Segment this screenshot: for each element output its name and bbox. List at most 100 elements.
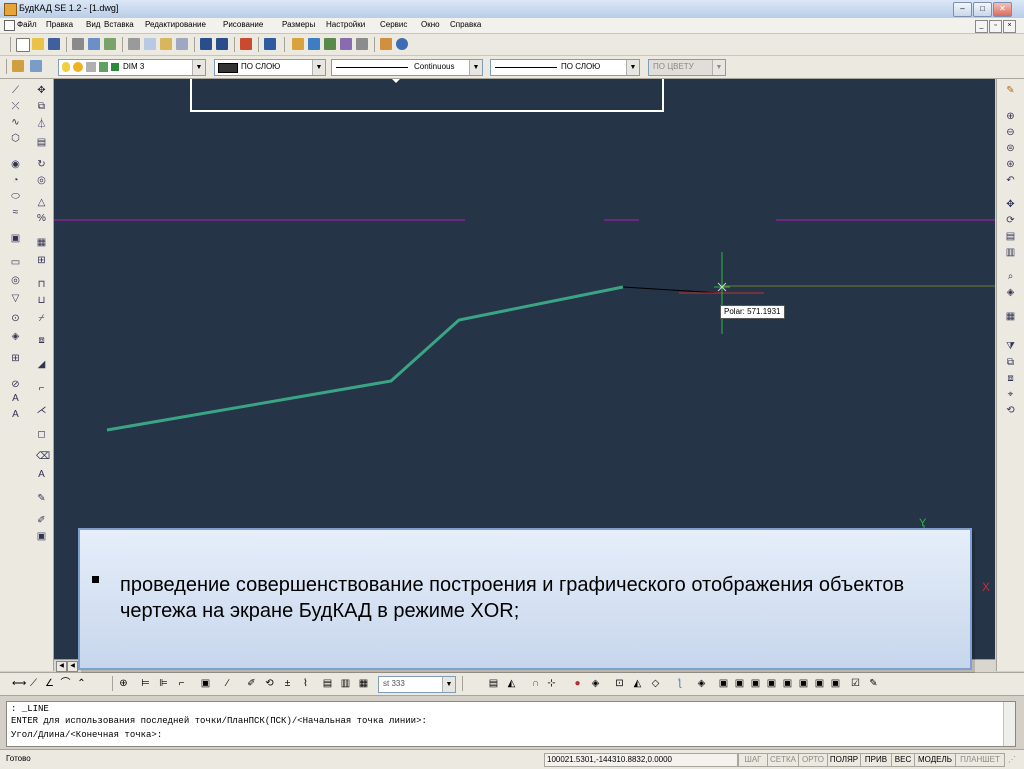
dim-space-icon[interactable]: ± — [282, 678, 293, 689]
region-icon[interactable]: ◈ — [10, 331, 21, 342]
table-icon[interactable]: ⊞ — [10, 353, 21, 364]
rotate-icon[interactable]: ↻ — [36, 159, 47, 170]
dim-text-edit-icon[interactable]: ✐ — [246, 678, 257, 689]
leader-icon[interactable]: ⌐ — [176, 678, 187, 689]
fill-icon[interactable]: ◇ — [650, 678, 661, 689]
coordinates-display[interactable]: 100021.5301,-144310.8832,0.0000 — [544, 753, 738, 767]
dim-update-icon[interactable]: ⟲ — [264, 678, 275, 689]
ordinate-icon[interactable]: ⌃ — [76, 678, 87, 689]
boundary-icon[interactable]: ⊡ — [614, 678, 625, 689]
sheet-set-icon[interactable] — [356, 38, 368, 50]
rectangle-icon[interactable]: ▭ — [10, 257, 21, 268]
scale-icon[interactable]: ◎ — [36, 175, 47, 186]
dim-edit-icon[interactable]: ∕ — [222, 678, 233, 689]
menu-modify[interactable]: Редактирование — [145, 20, 206, 29]
toggle-lineweight[interactable]: ВЕС — [891, 753, 915, 767]
continue-icon[interactable]: ⊫ — [158, 678, 169, 689]
paint-icon[interactable]: ✎ — [36, 493, 47, 504]
toggle-osnap[interactable]: ПРИВ — [860, 753, 892, 767]
region-edit-icon[interactable]: ◭ — [632, 678, 643, 689]
print-icon[interactable] — [72, 38, 84, 50]
chevron-down-icon[interactable]: ▼ — [469, 60, 482, 75]
snap-icon[interactable]: ⊹ — [546, 678, 557, 689]
arc-icon[interactable]: ◔ — [10, 175, 21, 186]
trim-icon[interactable]: ⊓ — [36, 279, 47, 290]
break-icon[interactable]: ⌿ — [36, 313, 47, 324]
layer-previous-icon[interactable] — [30, 60, 42, 72]
dim-style-icon[interactable]: ▤ — [322, 678, 333, 689]
tool-palettes-icon[interactable] — [340, 38, 352, 50]
mdi-minimize-button[interactable]: _ — [975, 20, 988, 33]
zoom-window-icon[interactable]: ⊜ — [1005, 143, 1016, 154]
app-icon[interactable] — [4, 3, 17, 16]
dim-break-icon[interactable]: ⌇ — [300, 678, 311, 689]
layout-grid-icon[interactable]: ▦ — [1005, 311, 1016, 322]
polygon-icon[interactable]: ⬡ — [10, 133, 21, 144]
move-icon[interactable]: ✥ — [36, 85, 47, 96]
circle-icon[interactable]: ◉ — [10, 159, 21, 170]
zoom-out-icon[interactable]: ⊖ — [1005, 127, 1016, 138]
orbit-icon[interactable]: ⟳ — [1005, 215, 1016, 226]
menu-file[interactable]: Файл — [17, 20, 37, 29]
layer-merge-icon[interactable]: ▣ — [830, 678, 841, 689]
explode-icon[interactable]: ⊞ — [36, 255, 47, 266]
hatch-icon[interactable]: ▽ — [10, 293, 21, 304]
erase-icon[interactable]: ⌫ — [36, 451, 50, 462]
color-select[interactable]: ПО СЛОЮ ▼ — [214, 59, 326, 76]
text-style-icon[interactable]: A — [36, 469, 47, 480]
menu-edit[interactable]: Правка — [46, 20, 73, 29]
chamfer-icon[interactable]: ◢ — [36, 359, 47, 370]
zoom-extents-icon[interactable]: ⊛ — [1005, 159, 1016, 170]
extend-icon[interactable]: ⊔ — [36, 295, 47, 306]
command-scrollbar[interactable] — [1003, 702, 1015, 746]
close-button[interactable]: ✕ — [993, 2, 1012, 17]
open-file-icon[interactable] — [32, 38, 44, 50]
selection-cycle-icon[interactable]: ⟲ — [1005, 405, 1016, 416]
layer-isolate-icon[interactable]: ▣ — [814, 678, 825, 689]
area-icon[interactable]: ◻ — [36, 429, 47, 440]
mdi-restore-button[interactable]: ▫ — [989, 20, 1002, 33]
checkbox-icon[interactable]: ☑ — [850, 678, 861, 689]
line-icon[interactable]: ⟋ — [10, 85, 21, 96]
document-icon[interactable] — [4, 20, 15, 31]
quick-select-icon[interactable]: ⌖ — [1005, 389, 1016, 400]
layer-freeze-icon[interactable]: ▣ — [750, 678, 761, 689]
copy-icon[interactable] — [144, 38, 156, 50]
menu-insert[interactable]: Вставка — [104, 20, 134, 29]
array-icon[interactable]: ▦ — [36, 237, 47, 248]
hook-icon[interactable]: ƪ — [674, 678, 685, 689]
new-file-icon[interactable] — [16, 38, 30, 52]
arc-length-icon[interactable]: ⌒ — [60, 678, 71, 689]
spellcheck-icon[interactable] — [104, 38, 116, 50]
measure-icon[interactable]: ⋌ — [36, 405, 47, 416]
calculator-icon[interactable] — [396, 38, 408, 50]
menu-dimensions[interactable]: Размеры — [282, 20, 315, 29]
filter-icon[interactable]: ⧩ — [1005, 341, 1016, 352]
menu-view[interactable]: Вид — [86, 20, 100, 29]
linetype-select[interactable]: Continuous ▼ — [331, 59, 483, 76]
block-icon[interactable]: ▣ — [10, 233, 21, 244]
chevron-down-icon[interactable]: ▼ — [626, 60, 639, 75]
mtext-icon[interactable]: A — [10, 393, 21, 404]
menu-service[interactable]: Сервис — [380, 20, 407, 29]
command-prompt[interactable]: Угол/Длина/<Конечная точка>: — [11, 730, 162, 740]
layer-off-icon[interactable]: ▣ — [734, 678, 745, 689]
layer-icon[interactable]: ◈ — [696, 678, 707, 689]
command-window[interactable]: : _LINE ENTER для использования последне… — [6, 701, 1016, 747]
mdi-close-button[interactable]: × — [1003, 20, 1016, 33]
maximize-button[interactable]: □ — [973, 2, 992, 17]
save-icon[interactable] — [48, 38, 60, 50]
center-mark-icon[interactable]: ⊕ — [118, 678, 129, 689]
print-preview-icon[interactable] — [88, 38, 100, 50]
hatch-edit-icon[interactable]: ◭ — [506, 678, 517, 689]
fillet-icon[interactable]: ⌐ — [36, 383, 47, 394]
design-center-icon[interactable] — [324, 38, 336, 50]
tolerance-icon[interactable]: ▣ — [200, 678, 211, 689]
magnet-icon[interactable]: ∩ — [530, 678, 541, 689]
pan-icon[interactable]: ✥ — [1005, 199, 1016, 210]
spline-icon[interactable]: ≈ — [10, 207, 21, 218]
percent-icon[interactable]: % — [36, 213, 47, 224]
toggle-ortho[interactable]: ОРТО — [798, 753, 828, 767]
group-icon[interactable]: ⧉ — [1005, 357, 1016, 368]
layer-on-icon[interactable]: ▣ — [718, 678, 729, 689]
